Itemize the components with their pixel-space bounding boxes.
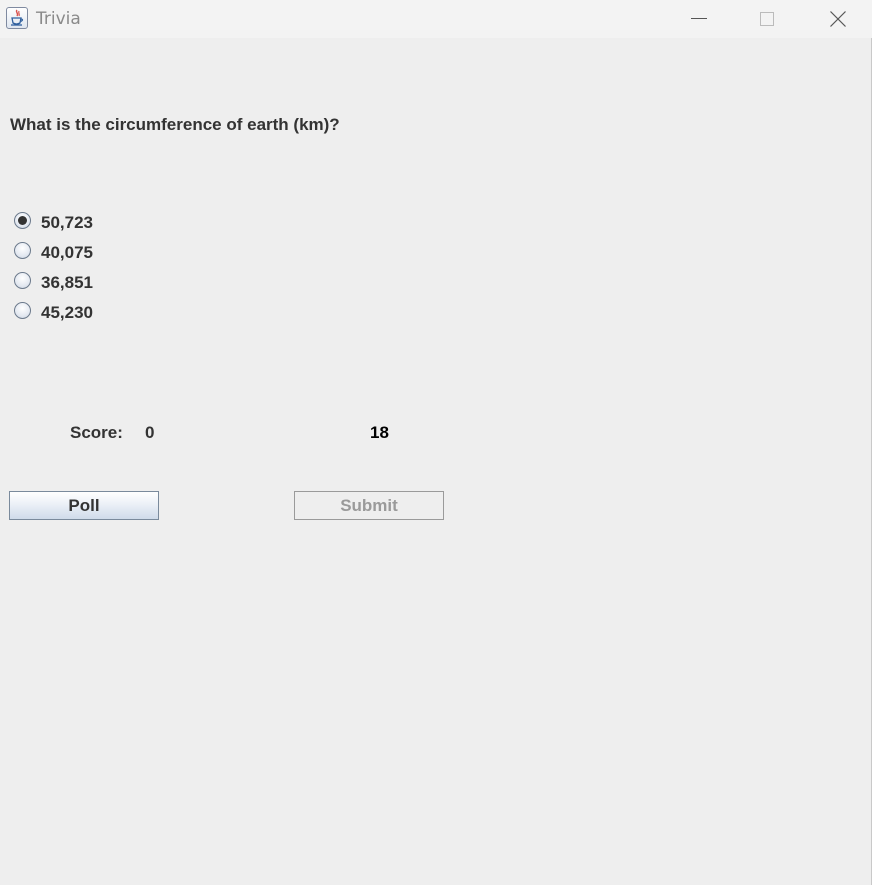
option-radio-3[interactable]: 36,851 (14, 270, 134, 294)
question-label: What is the circumference of earth (km)? (10, 115, 340, 134)
option-label[interactable]: 36,851 (41, 273, 93, 293)
option-radio-2[interactable]: 40,075 (14, 240, 134, 264)
trivia-window: Trivia What is the circumference of eart… (0, 0, 872, 885)
option-radio-4[interactable]: 45,230 (14, 300, 134, 324)
score-label: Score: (70, 423, 123, 442)
window-title: Trivia (36, 9, 81, 29)
option-label[interactable]: 50,723 (41, 213, 93, 233)
option-radio-1[interactable]: 50,723 (14, 210, 134, 234)
timer-countdown: 18 (370, 423, 389, 442)
maximize-button[interactable] (744, 0, 790, 38)
minimize-button[interactable] (676, 0, 722, 38)
poll-button[interactable]: Poll (9, 491, 159, 520)
maximize-icon (760, 12, 774, 26)
radio-button-selected[interactable] (14, 212, 31, 229)
radio-dot (18, 216, 27, 225)
option-label[interactable]: 45,230 (41, 303, 93, 323)
title-bar[interactable]: Trivia (0, 0, 872, 38)
minimize-icon (691, 18, 707, 19)
radio-button[interactable] (14, 272, 31, 289)
submit-button[interactable]: Submit (294, 491, 444, 520)
radio-button[interactable] (14, 302, 31, 319)
score-value: 0 (145, 423, 155, 442)
close-button[interactable] (815, 0, 861, 38)
java-app-icon (6, 7, 28, 29)
radio-button[interactable] (14, 242, 31, 259)
option-label[interactable]: 40,075 (41, 243, 93, 263)
close-icon (830, 11, 846, 27)
